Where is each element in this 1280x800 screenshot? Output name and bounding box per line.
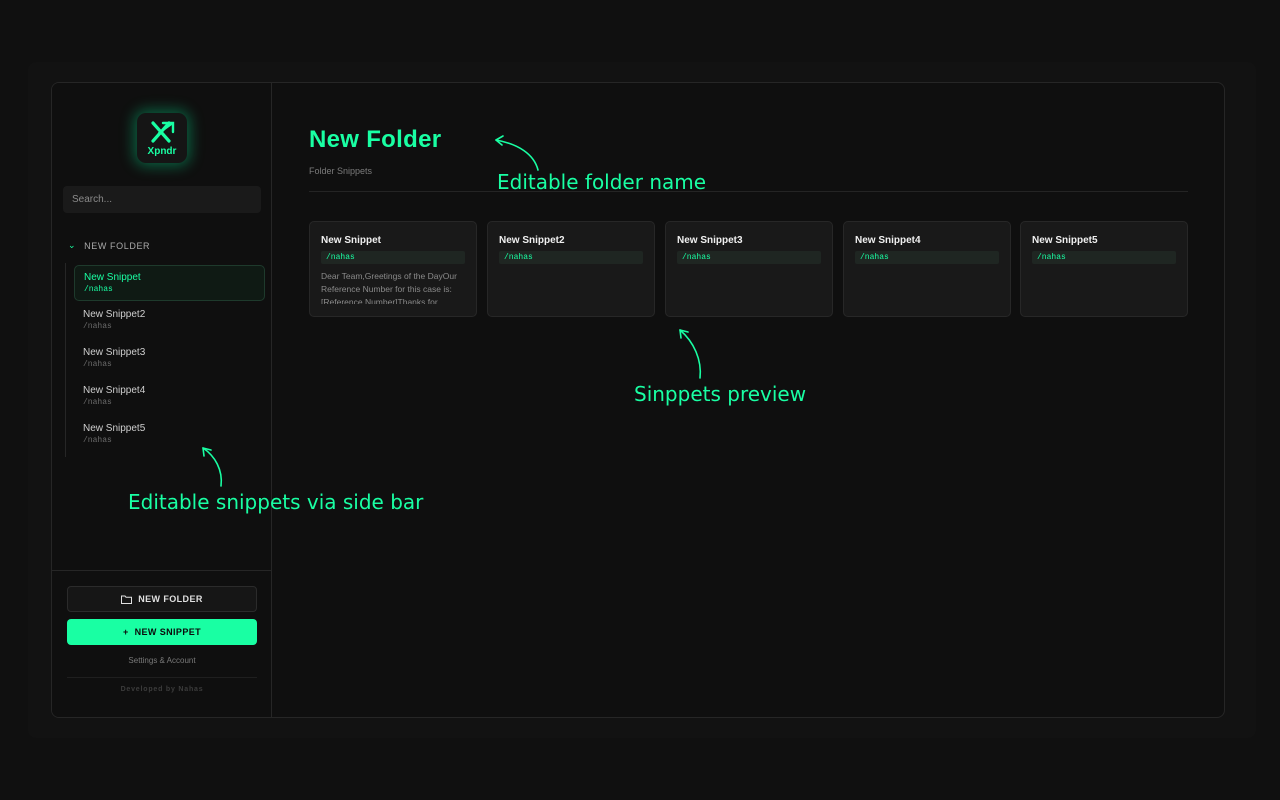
snippet-name: New Snippet xyxy=(84,272,141,283)
card-title: New Snippet3 xyxy=(677,235,743,246)
folder-title[interactable]: New Folder xyxy=(309,126,441,154)
snippet-name: New Snippet3 xyxy=(83,347,146,358)
snippet-card-4[interactable]: New Snippet4 /nahas xyxy=(843,221,1011,317)
card-shortcut: /nahas xyxy=(321,251,465,264)
card-title: New Snippet2 xyxy=(499,235,565,246)
sidebar-item-snippet-5[interactable]: New Snippet5 /nahas xyxy=(74,417,265,453)
annotation-folder-name: Editable folder name xyxy=(497,170,707,194)
card-title: New Snippet4 xyxy=(855,235,921,246)
snippet-shortcut: /nahas xyxy=(83,360,112,369)
chevron-down-icon: ⌄ xyxy=(68,240,77,250)
card-shortcut: /nahas xyxy=(677,251,821,264)
snippet-name: New Snippet2 xyxy=(83,309,146,320)
sidebar-item-snippet-2[interactable]: New Snippet2 /nahas xyxy=(74,303,265,339)
card-preview: Dear Team,Greetings of the DayOur Refere… xyxy=(321,271,457,304)
card-title: New Snippet5 xyxy=(1032,235,1098,246)
annotation-arrow-folder xyxy=(495,135,539,171)
settings-link[interactable]: Settings & Account xyxy=(52,656,272,665)
folder-subtitle: Folder Snippets xyxy=(309,166,373,176)
sidebar-item-snippet-1[interactable]: New Snippet /nahas xyxy=(74,265,265,301)
sidebar-item-snippet-3[interactable]: New Snippet3 /nahas xyxy=(74,341,265,377)
card-shortcut: /nahas xyxy=(499,251,643,264)
developer-credit: Developed by Nahas xyxy=(120,686,204,693)
new-folder-button[interactable]: NEW FOLDER xyxy=(67,586,257,612)
new-snippet-button[interactable]: + NEW SNIPPET xyxy=(67,619,257,645)
sidebar-item-snippet-4[interactable]: New Snippet4 /nahas xyxy=(74,379,265,415)
card-shortcut: /nahas xyxy=(855,251,999,264)
search-input[interactable] xyxy=(63,186,261,213)
snippet-shortcut: /nahas xyxy=(84,285,113,294)
snippet-shortcut: /nahas xyxy=(83,398,112,407)
annotation-preview: Sinppets preview xyxy=(634,382,807,406)
xpndr-logo-icon xyxy=(151,120,175,143)
annotation-arrow-preview xyxy=(679,329,702,379)
footer-divider xyxy=(67,677,257,678)
annotation-sidebar: Editable snippets via side bar xyxy=(128,490,424,514)
sidebar: Xpndr ⌄ NEW FOLDER New Snippet /nahas Ne… xyxy=(52,83,272,717)
snippet-shortcut: /nahas xyxy=(83,322,112,331)
new-snippet-label: NEW SNIPPET xyxy=(134,627,202,637)
folder-label: NEW FOLDER xyxy=(84,240,151,251)
snippet-card-3[interactable]: New Snippet3 /nahas xyxy=(665,221,833,317)
card-title: New Snippet xyxy=(321,235,382,246)
snippet-tree: New Snippet /nahas New Snippet2 /nahas N… xyxy=(65,263,265,457)
annotation-arrow-sidebar xyxy=(202,447,223,487)
snippet-name: New Snippet5 xyxy=(83,423,146,434)
snippet-card-5[interactable]: New Snippet5 /nahas xyxy=(1020,221,1188,317)
plus-icon: + xyxy=(122,627,129,637)
title-divider xyxy=(309,191,1188,192)
sidebar-divider xyxy=(52,570,272,571)
app-logo: Xpndr xyxy=(137,113,187,163)
snippet-name: New Snippet4 xyxy=(83,385,146,396)
new-folder-label: NEW FOLDER xyxy=(138,594,203,604)
logo-text: Xpndr xyxy=(147,145,177,157)
snippet-card-1[interactable]: New Snippet /nahas Dear Team,Greetings o… xyxy=(309,221,477,317)
snippet-card-2[interactable]: New Snippet2 /nahas xyxy=(487,221,655,317)
folder-header[interactable]: ⌄ NEW FOLDER xyxy=(68,240,150,251)
card-shortcut: /nahas xyxy=(1032,251,1176,264)
folder-icon xyxy=(121,595,133,604)
